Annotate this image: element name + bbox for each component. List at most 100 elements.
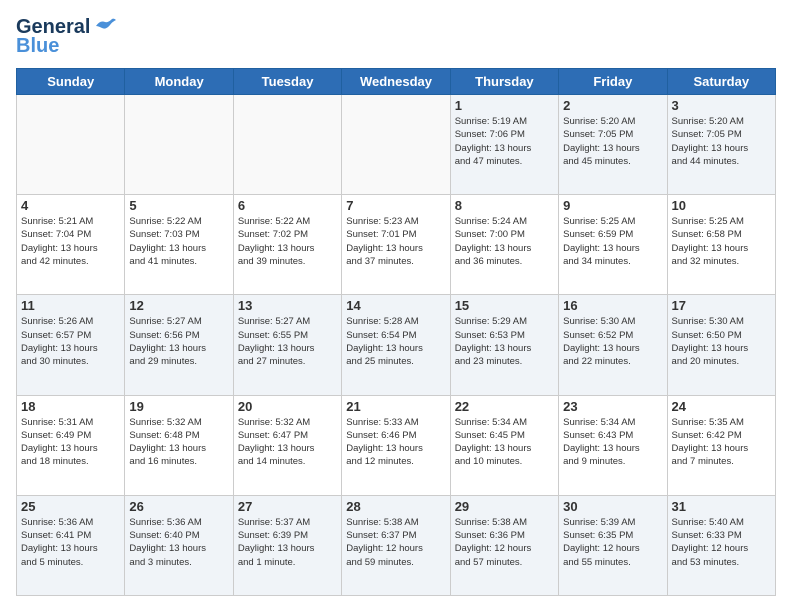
day-number: 10 [672, 198, 771, 213]
day-info: Sunrise: 5:22 AM Sunset: 7:03 PM Dayligh… [129, 215, 228, 268]
day-number: 2 [563, 98, 662, 113]
calendar-cell: 29 Sunrise: 5:38 AM Sunset: 6:36 PM Dayli… [450, 495, 558, 595]
calendar-cell: 21 Sunrise: 5:33 AM Sunset: 6:46 PM Dayli… [342, 395, 450, 495]
calendar-cell: 27Sunrise: 5:37 AM Sunset: 6:39 PM Dayli… [233, 495, 341, 595]
day-number: 13 [238, 298, 337, 313]
day-info: Sunrise: 5:40 AM Sunset: 6:33 PM Dayligh… [672, 516, 771, 569]
day-info: Sunrise: 5:33 AM Sunset: 6:46 PM Dayligh… [346, 416, 445, 469]
logo: General Blue [16, 16, 116, 58]
calendar-cell: 19 Sunrise: 5:32 AM Sunset: 6:48 PM Dayli… [125, 395, 233, 495]
day-info: Sunrise: 5:34 AM Sunset: 6:43 PM Dayligh… [563, 416, 662, 469]
day-info: Sunrise: 5:36 AM Sunset: 6:40 PM Dayligh… [129, 516, 228, 569]
day-info: Sunrise: 5:22 AM Sunset: 7:02 PM Dayligh… [238, 215, 337, 268]
weekday-header-wednesday: Wednesday [342, 69, 450, 95]
calendar-cell: 26 Sunrise: 5:36 AM Sunset: 6:40 PM Dayli… [125, 495, 233, 595]
day-number: 7 [346, 198, 445, 213]
day-info: Sunrise: 5:23 AM Sunset: 7:01 PM Dayligh… [346, 215, 445, 268]
weekday-header-friday: Friday [559, 69, 667, 95]
day-info: Sunrise: 5:34 AM Sunset: 6:45 PM Dayligh… [455, 416, 554, 469]
calendar-cell [342, 95, 450, 195]
weekday-header-tuesday: Tuesday [233, 69, 341, 95]
day-info: Sunrise: 5:29 AM Sunset: 6:53 PM Dayligh… [455, 315, 554, 368]
calendar-cell: 6 Sunrise: 5:22 AM Sunset: 7:02 PM Daylig… [233, 195, 341, 295]
logo-bird-icon [94, 18, 116, 34]
calendar-cell: 15 Sunrise: 5:29 AM Sunset: 6:53 PM Dayli… [450, 295, 558, 395]
day-info: Sunrise: 5:37 AM Sunset: 6:39 PM Dayligh… [238, 516, 337, 569]
day-number: 17 [672, 298, 771, 313]
day-number: 22 [455, 399, 554, 414]
calendar-cell: 17 Sunrise: 5:30 AM Sunset: 6:50 PM Dayli… [667, 295, 775, 395]
day-number: 3 [672, 98, 771, 113]
calendar-cell: 20Sunrise: 5:32 AM Sunset: 6:47 PM Dayli… [233, 395, 341, 495]
day-info: Sunrise: 5:21 AM Sunset: 7:04 PM Dayligh… [21, 215, 120, 268]
day-number: 30 [563, 499, 662, 514]
day-number: 26 [129, 499, 228, 514]
day-info: Sunrise: 5:31 AM Sunset: 6:49 PM Dayligh… [21, 416, 120, 469]
week-row-3: 11Sunrise: 5:26 AM Sunset: 6:57 PM Dayli… [17, 295, 776, 395]
weekday-header-monday: Monday [125, 69, 233, 95]
calendar-cell [17, 95, 125, 195]
calendar-cell [125, 95, 233, 195]
day-info: Sunrise: 5:32 AM Sunset: 6:48 PM Dayligh… [129, 416, 228, 469]
calendar-cell: 5 Sunrise: 5:22 AM Sunset: 7:03 PM Daylig… [125, 195, 233, 295]
calendar-cell: 7 Sunrise: 5:23 AM Sunset: 7:01 PM Daylig… [342, 195, 450, 295]
calendar-cell: 31 Sunrise: 5:40 AM Sunset: 6:33 PM Dayli… [667, 495, 775, 595]
calendar-cell: 22 Sunrise: 5:34 AM Sunset: 6:45 PM Dayli… [450, 395, 558, 495]
day-info: Sunrise: 5:30 AM Sunset: 6:50 PM Dayligh… [672, 315, 771, 368]
header: General Blue [16, 16, 776, 58]
day-info: Sunrise: 5:30 AM Sunset: 6:52 PM Dayligh… [563, 315, 662, 368]
day-info: Sunrise: 5:32 AM Sunset: 6:47 PM Dayligh… [238, 416, 337, 469]
day-info: Sunrise: 5:26 AM Sunset: 6:57 PM Dayligh… [21, 315, 120, 368]
day-info: Sunrise: 5:38 AM Sunset: 6:37 PM Dayligh… [346, 516, 445, 569]
day-number: 14 [346, 298, 445, 313]
calendar-cell [233, 95, 341, 195]
week-row-2: 4Sunrise: 5:21 AM Sunset: 7:04 PM Daylig… [17, 195, 776, 295]
day-number: 1 [455, 98, 554, 113]
logo-blue: Blue [16, 35, 59, 58]
week-row-5: 25Sunrise: 5:36 AM Sunset: 6:41 PM Dayli… [17, 495, 776, 595]
day-number: 21 [346, 399, 445, 414]
week-row-1: 1Sunrise: 5:19 AM Sunset: 7:06 PM Daylig… [17, 95, 776, 195]
calendar-cell: 14 Sunrise: 5:28 AM Sunset: 6:54 PM Dayli… [342, 295, 450, 395]
calendar-cell: 12 Sunrise: 5:27 AM Sunset: 6:56 PM Dayli… [125, 295, 233, 395]
day-number: 23 [563, 399, 662, 414]
day-info: Sunrise: 5:20 AM Sunset: 7:05 PM Dayligh… [672, 115, 771, 168]
day-info: Sunrise: 5:27 AM Sunset: 6:56 PM Dayligh… [129, 315, 228, 368]
weekday-header-row: SundayMondayTuesdayWednesdayThursdayFrid… [17, 69, 776, 95]
day-number: 6 [238, 198, 337, 213]
weekday-header-saturday: Saturday [667, 69, 775, 95]
day-number: 24 [672, 399, 771, 414]
day-number: 15 [455, 298, 554, 313]
day-number: 25 [21, 499, 120, 514]
day-info: Sunrise: 5:39 AM Sunset: 6:35 PM Dayligh… [563, 516, 662, 569]
day-number: 12 [129, 298, 228, 313]
calendar-cell: 8Sunrise: 5:24 AM Sunset: 7:00 PM Daylig… [450, 195, 558, 295]
calendar-cell: 25Sunrise: 5:36 AM Sunset: 6:41 PM Dayli… [17, 495, 125, 595]
day-number: 18 [21, 399, 120, 414]
day-info: Sunrise: 5:25 AM Sunset: 6:59 PM Dayligh… [563, 215, 662, 268]
day-number: 16 [563, 298, 662, 313]
week-row-4: 18 Sunrise: 5:31 AM Sunset: 6:49 PM Dayli… [17, 395, 776, 495]
calendar-cell: 9 Sunrise: 5:25 AM Sunset: 6:59 PM Daylig… [559, 195, 667, 295]
weekday-header-sunday: Sunday [17, 69, 125, 95]
calendar-cell: 3 Sunrise: 5:20 AM Sunset: 7:05 PM Daylig… [667, 95, 775, 195]
calendar-cell: 23 Sunrise: 5:34 AM Sunset: 6:43 PM Dayli… [559, 395, 667, 495]
day-number: 8 [455, 198, 554, 213]
calendar: SundayMondayTuesdayWednesdayThursdayFrid… [16, 68, 776, 596]
page: General Blue SundayMondayTuesdayWednesda… [0, 0, 792, 612]
calendar-cell: 30 Sunrise: 5:39 AM Sunset: 6:35 PM Dayli… [559, 495, 667, 595]
day-number: 29 [455, 499, 554, 514]
day-info: Sunrise: 5:28 AM Sunset: 6:54 PM Dayligh… [346, 315, 445, 368]
day-info: Sunrise: 5:27 AM Sunset: 6:55 PM Dayligh… [238, 315, 337, 368]
calendar-cell: 28Sunrise: 5:38 AM Sunset: 6:37 PM Dayli… [342, 495, 450, 595]
day-number: 9 [563, 198, 662, 213]
calendar-cell: 10 Sunrise: 5:25 AM Sunset: 6:58 PM Dayli… [667, 195, 775, 295]
calendar-cell: 2 Sunrise: 5:20 AM Sunset: 7:05 PM Daylig… [559, 95, 667, 195]
day-number: 19 [129, 399, 228, 414]
day-info: Sunrise: 5:25 AM Sunset: 6:58 PM Dayligh… [672, 215, 771, 268]
calendar-cell: 4Sunrise: 5:21 AM Sunset: 7:04 PM Daylig… [17, 195, 125, 295]
day-number: 31 [672, 499, 771, 514]
day-info: Sunrise: 5:20 AM Sunset: 7:05 PM Dayligh… [563, 115, 662, 168]
day-info: Sunrise: 5:38 AM Sunset: 6:36 PM Dayligh… [455, 516, 554, 569]
day-number: 5 [129, 198, 228, 213]
